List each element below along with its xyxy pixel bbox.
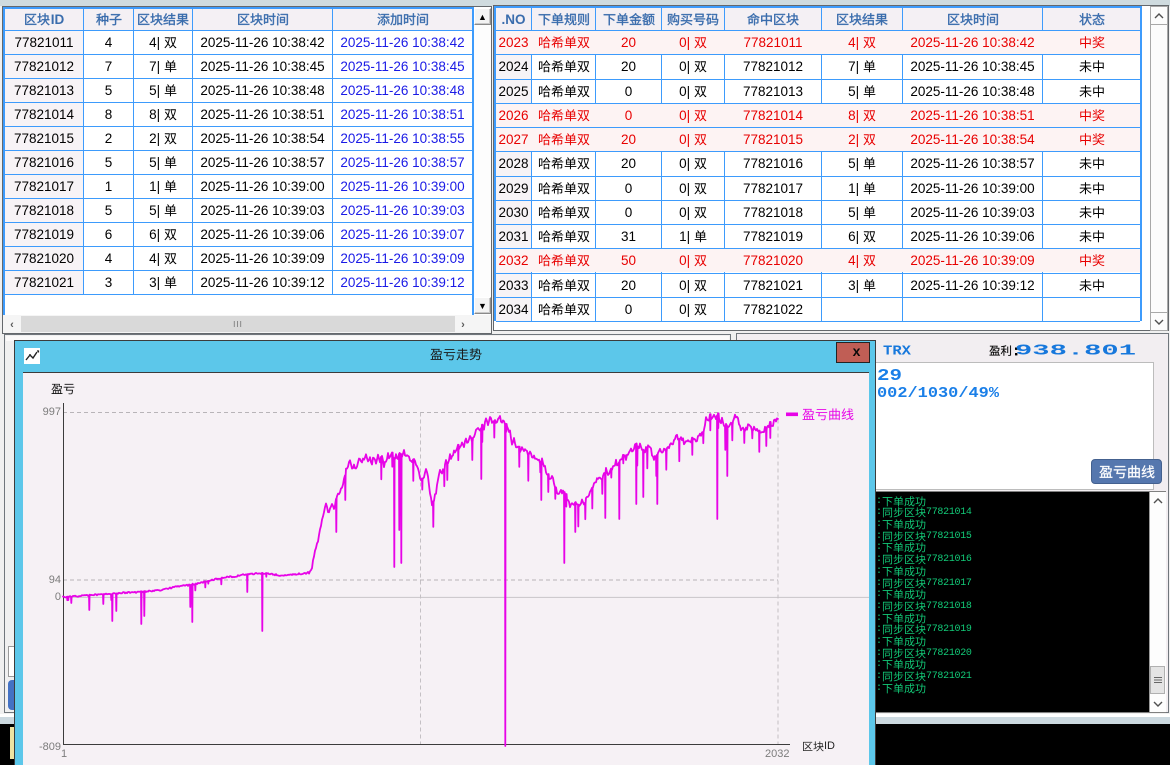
svg-text:29: 29 bbox=[877, 367, 902, 382]
svg-text:TRX: TRX bbox=[883, 344, 912, 357]
svg-text:002/1030/49%: 002/1030/49% bbox=[877, 386, 999, 399]
svg-text:938.801: 938.801 bbox=[1015, 344, 1137, 357]
